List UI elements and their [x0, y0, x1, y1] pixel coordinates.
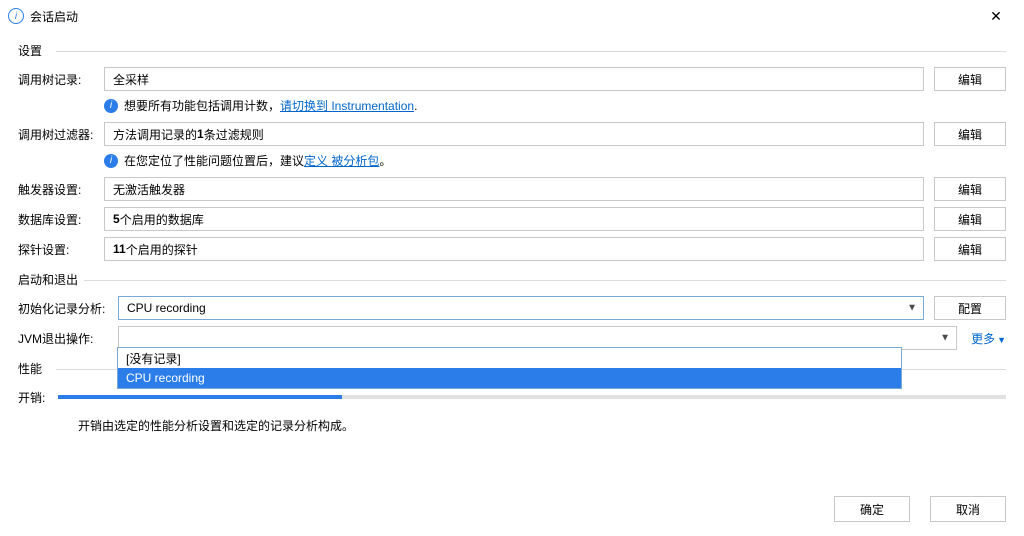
- titlebar: i 会话启动 ✕: [0, 0, 1024, 32]
- field-database: 5个启用的数据库: [104, 207, 924, 231]
- label-database: 数据库设置:: [18, 211, 104, 228]
- dropdown-option-selected[interactable]: CPU recording: [118, 368, 901, 388]
- dropdown-init-record[interactable]: [没有记录] CPU recording: [117, 347, 902, 389]
- label-overhead: 开销:: [18, 389, 58, 406]
- info-icon: i: [104, 99, 118, 113]
- link-define-package[interactable]: 定义 被分析包: [304, 152, 379, 169]
- cancel-button[interactable]: 取消: [930, 496, 1006, 522]
- ok-button[interactable]: 确定: [834, 496, 910, 522]
- close-button[interactable]: ✕: [976, 0, 1016, 32]
- field-probe: 11个启用的探针: [104, 237, 924, 261]
- label-init-record: 初始化记录分析:: [18, 300, 118, 317]
- label-filter: 调用树过滤器:: [18, 126, 104, 143]
- chevron-down-icon: ▼: [997, 335, 1006, 345]
- section-startexit: 启动和退出: [18, 271, 1006, 288]
- field-trigger: 无激活触发器: [104, 177, 924, 201]
- edit-trigger-button[interactable]: 编辑: [934, 177, 1006, 201]
- combo-init-record[interactable]: CPU recording ▼: [118, 296, 924, 320]
- edit-call-tree-button[interactable]: 编辑: [934, 67, 1006, 91]
- section-settings: 设置: [18, 42, 1006, 59]
- label-trigger: 触发器设置:: [18, 181, 104, 198]
- label-jvm-exit: JVM退出操作:: [18, 330, 118, 347]
- window-title: 会话启动: [30, 8, 78, 25]
- edit-filter-button[interactable]: 编辑: [934, 122, 1006, 146]
- hint-package: i 在您定位了性能问题位置后，建议 定义 被分析包 。: [104, 152, 1006, 169]
- edit-database-button[interactable]: 编辑: [934, 207, 1006, 231]
- overhead-caption: 开销由选定的性能分析设置和选定的记录分析构成。: [78, 417, 1006, 434]
- label-call-tree: 调用树记录:: [18, 71, 104, 88]
- label-probe: 探针设置:: [18, 241, 104, 258]
- more-link[interactable]: 更多▼: [971, 330, 1006, 347]
- app-icon: i: [8, 8, 24, 24]
- chevron-down-icon: ▼: [907, 303, 917, 314]
- field-filter: 方法调用记录的1条过滤规则: [104, 122, 924, 146]
- overhead-bar-fill: [58, 395, 342, 399]
- edit-probe-button[interactable]: 编辑: [934, 237, 1006, 261]
- overhead-bar: [58, 395, 1006, 399]
- link-instrumentation[interactable]: 请切换到 Instrumentation: [280, 97, 414, 114]
- config-button[interactable]: 配置: [934, 296, 1006, 320]
- hint-instrumentation: i 想要所有功能包括调用计数， 请切换到 Instrumentation .: [104, 97, 1006, 114]
- chevron-down-icon: ▼: [940, 333, 950, 344]
- dropdown-option[interactable]: [没有记录]: [118, 348, 901, 368]
- info-icon: i: [104, 154, 118, 168]
- field-call-tree: 全采样: [104, 67, 924, 91]
